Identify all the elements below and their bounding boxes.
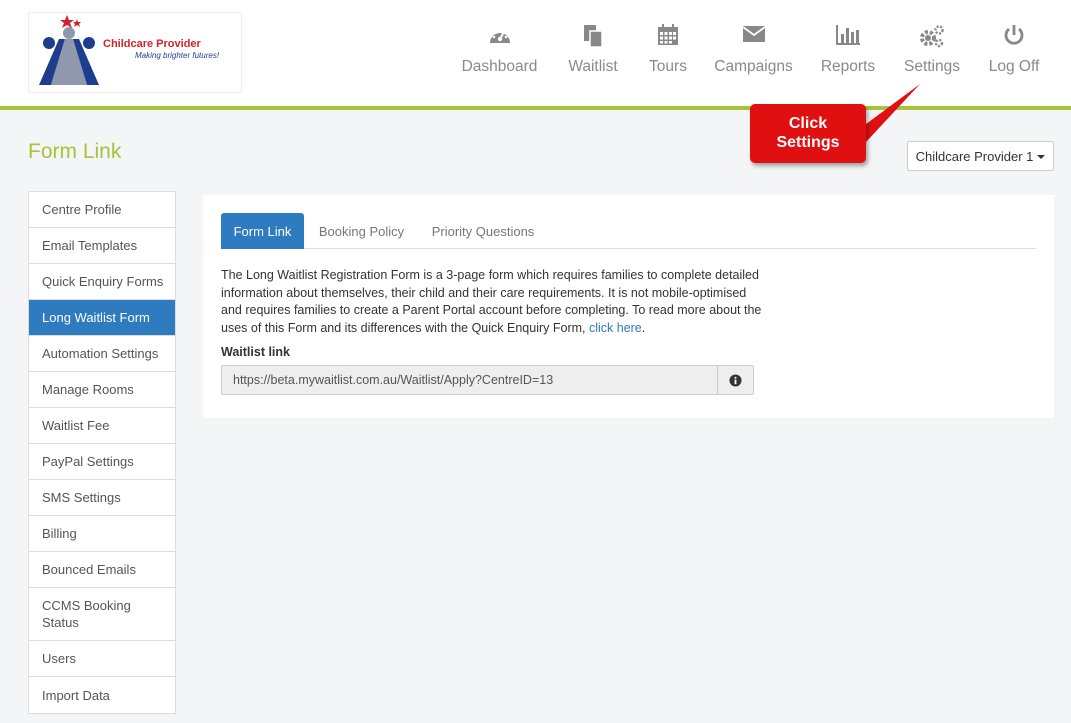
sidebar-item-label: Billing <box>42 526 77 541</box>
sidebar-item-label: Users <box>42 651 76 666</box>
callout-click-settings: Click Settings <box>750 104 866 163</box>
sidebar-item-waitlist-fee[interactable]: Waitlist Fee <box>29 408 175 444</box>
nav-label: Campaigns <box>714 58 793 75</box>
info-icon <box>729 373 742 387</box>
settings-sidebar: Centre Profile Email Templates Quick Enq… <box>28 191 176 714</box>
tab-priority-questions[interactable]: Priority Questions <box>421 213 545 249</box>
logo-mark-icon <box>39 15 99 85</box>
logo[interactable]: Childcare Provider Making brighter futur… <box>28 12 242 93</box>
sidebar-item-billing[interactable]: Billing <box>29 516 175 552</box>
waitlist-link-info-button[interactable] <box>718 366 753 394</box>
sidebar-item-label: Automation Settings <box>42 346 159 361</box>
sidebar-item-label: Waitlist Fee <box>42 418 110 433</box>
sidebar-item-label: Manage Rooms <box>42 382 134 397</box>
waitlist-link-input[interactable] <box>222 366 718 394</box>
gears-icon <box>899 24 965 54</box>
callout-line-1: Click <box>788 115 828 132</box>
nav-tours[interactable]: Tours <box>644 24 692 84</box>
sidebar-item-label: SMS Settings <box>42 490 121 505</box>
waitlist-link-group <box>221 365 754 395</box>
sidebar-item-paypal-settings[interactable]: PayPal Settings <box>29 444 175 480</box>
nav-label: Reports <box>820 58 876 75</box>
logo-tagline: Making brighter futures! <box>135 51 220 60</box>
sidebar-item-ccms-booking-status[interactable]: CCMS Booking Status <box>29 588 175 641</box>
sidebar-item-users[interactable]: Users <box>29 641 175 677</box>
nav-campaigns[interactable]: Campaigns <box>710 24 797 84</box>
sidebar-item-label: Long Waitlist Form <box>42 310 150 325</box>
tab-form-link[interactable]: Form Link <box>221 213 304 249</box>
form-description: The Long Waitlist Registration Form is a… <box>221 267 766 337</box>
waitlist-link-label: Waitlist link <box>221 345 290 359</box>
envelope-icon <box>710 24 797 54</box>
sidebar-item-sms-settings[interactable]: SMS Settings <box>29 480 175 516</box>
description-text: The Long Waitlist Registration Form is a… <box>221 268 762 335</box>
sidebar-item-label: CCMS Booking Status <box>42 598 131 630</box>
bar-chart-icon <box>815 24 881 54</box>
dashboard-icon <box>457 24 542 54</box>
sidebar-item-label: PayPal Settings <box>42 454 134 469</box>
sidebar-item-manage-rooms[interactable]: Manage Rooms <box>29 372 175 408</box>
tab-label: Form Link <box>233 223 292 239</box>
calendar-icon <box>644 24 692 54</box>
nav-label: Dashboard <box>461 58 538 75</box>
nav-label: Tours <box>649 58 687 75</box>
nav-settings[interactable]: Settings <box>899 24 965 84</box>
tab-label: Priority Questions <box>431 223 535 239</box>
sidebar-item-label: Quick Enquiry Forms <box>42 274 164 289</box>
sidebar-item-quick-enquiry-forms[interactable]: Quick Enquiry Forms <box>29 264 175 300</box>
nav-label: Settings <box>903 58 960 75</box>
tab-booking-policy[interactable]: Booking Policy <box>310 213 413 249</box>
tab-label: Booking Policy <box>318 223 405 239</box>
sidebar-item-bounced-emails[interactable]: Bounced Emails <box>29 552 175 588</box>
sidebar-item-long-waitlist-form[interactable]: Long Waitlist Form <box>29 300 175 336</box>
sidebar-item-email-templates[interactable]: Email Templates <box>29 228 175 264</box>
sidebar-item-import-data[interactable]: Import Data <box>29 677 175 713</box>
copy-icon <box>560 24 626 54</box>
nav-waitlist[interactable]: Waitlist <box>560 24 626 84</box>
nav-label: Log Off <box>988 58 1040 75</box>
sidebar-item-label: Email Templates <box>42 238 138 253</box>
sidebar-item-automation-settings[interactable]: Automation Settings <box>29 336 175 372</box>
click-here-link[interactable]: click here <box>589 321 642 335</box>
description-suffix: . <box>641 320 646 335</box>
logo-name: Childcare Provider <box>103 38 201 50</box>
power-icon <box>983 24 1045 54</box>
provider-dropdown[interactable]: Childcare Provider 1 <box>907 141 1054 171</box>
nav-dashboard[interactable]: Dashboard <box>457 24 542 84</box>
nav-label: Waitlist <box>568 58 618 75</box>
caret-down-icon <box>1037 155 1046 159</box>
page-title: Form Link <box>28 140 122 163</box>
form-link-panel: Form Link Booking Policy Priority Questi… <box>203 195 1054 418</box>
sidebar-item-label: Bounced Emails <box>42 562 136 577</box>
nav-reports[interactable]: Reports <box>815 24 881 84</box>
callout-line-2: Settings <box>776 134 840 151</box>
nav-log-off[interactable]: Log Off <box>983 24 1045 84</box>
provider-dropdown-label: Childcare Provider 1 <box>915 148 1034 164</box>
tab-bar: Form Link Booking Policy Priority Questi… <box>221 213 1036 249</box>
sidebar-item-centre-profile[interactable]: Centre Profile <box>29 192 175 228</box>
sidebar-item-label: Import Data <box>42 687 110 703</box>
sidebar-item-label: Centre Profile <box>42 202 122 217</box>
